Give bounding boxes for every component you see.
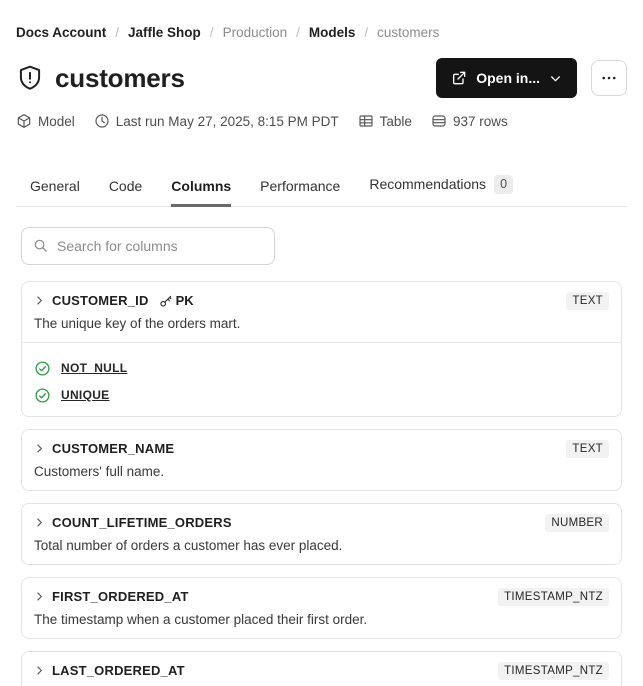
pk-label: PK [175, 293, 194, 308]
meta-label: Last run May 27, 2025, 8:15 PM PDT [115, 113, 339, 129]
tab-count-badge: 0 [494, 175, 514, 194]
search-input[interactable] [57, 237, 263, 254]
test-link[interactable]: UNIQUE [61, 388, 109, 402]
column-card: LAST_ORDERED_AT TIMESTAMP_NTZ The timest… [21, 650, 622, 686]
tab-code[interactable]: Code [109, 178, 142, 207]
tab-label: Performance [260, 177, 341, 194]
tab-recommendations[interactable]: Recommendations 0 [369, 175, 514, 207]
column-description: Customers' full name. [34, 463, 165, 479]
column-description: Total number of orders a customer has ev… [34, 537, 343, 553]
tab-columns[interactable]: Columns [171, 177, 232, 207]
tab-bar: General Code Columns Performance Recommendat… [16, 175, 627, 207]
meta-label: Model [38, 113, 75, 129]
columns-list: CUSTOMER_ID PK TEXT The unique key of th… [21, 280, 622, 686]
meta-item: Last run May 27, 2025, 8:15 PM PDT [94, 113, 339, 129]
column-description: The timestamp of a customer's most recen… [22, 680, 621, 686]
search-icon [33, 238, 48, 253]
column-card: CUSTOMER_NAME TEXT Customers' full name. [21, 428, 622, 491]
column-description: The unique key of the orders mart. [34, 315, 241, 331]
column-name: FIRST_ORDERED_AT [52, 589, 189, 604]
chevron-right-icon[interactable] [34, 591, 45, 602]
primary-key-flag: PK [159, 293, 194, 308]
meta-label: 937 rows [452, 113, 508, 129]
page-title: customers [55, 62, 185, 93]
column-name: LAST_ORDERED_AT [52, 663, 185, 678]
page: Docs Account / Jaffle Shop / Production / Mode… [0, 25, 643, 686]
column-card: CUSTOMER_ID PK TEXT The unique key of th… [21, 280, 622, 417]
chevron-right-icon[interactable] [34, 517, 45, 528]
model-header: customers Open in... [16, 56, 627, 100]
tab-label: Recommendations [369, 176, 487, 193]
check-circle-icon [34, 387, 51, 404]
breadcrumb-separator: / [364, 25, 369, 40]
breadcrumb-item[interactable]: Production [223, 25, 288, 40]
test-row: NOT_NULL [34, 360, 609, 377]
open-in-label: Open in... [476, 70, 540, 86]
column-description: The timestamp when a customer placed the… [34, 611, 368, 627]
external-link-icon [451, 70, 467, 86]
meta-label: Table [379, 113, 412, 129]
column-card: FIRST_ORDERED_AT TIMESTAMP_NTZ The times… [21, 576, 622, 639]
column-card-header[interactable]: COUNT_LIFETIME_ORDERS NUMBER [22, 504, 621, 532]
meta-item: Model [16, 113, 75, 129]
column-type-badge: NUMBER [545, 513, 609, 532]
column-tests: NOT_NULL UNIQUE [22, 341, 621, 416]
breadcrumb-separator: / [209, 25, 214, 40]
breadcrumb-item[interactable]: Jaffle Shop [128, 25, 201, 40]
chevron-right-icon[interactable] [34, 443, 45, 454]
column-card-header[interactable]: CUSTOMER_NAME TEXT [22, 430, 621, 458]
chevron-right-icon[interactable] [34, 665, 45, 676]
key-icon [159, 294, 173, 308]
breadcrumb-item[interactable]: customers [377, 25, 439, 40]
ellipsis-icon [600, 69, 618, 87]
chevron-right-icon[interactable] [34, 295, 45, 306]
open-in-button[interactable]: Open in... [436, 58, 577, 98]
tab-label: Code [108, 177, 143, 194]
column-type-badge: TIMESTAMP_NTZ [498, 661, 609, 680]
breadcrumb-item[interactable]: Docs Account [16, 25, 106, 40]
test-row: UNIQUE [34, 387, 609, 404]
shield-alert-icon [16, 64, 44, 92]
tab-label: General [30, 177, 80, 194]
check-circle-icon [34, 360, 51, 377]
breadcrumb-separator: / [296, 25, 300, 40]
tab-label: Columns [171, 177, 232, 194]
column-type-badge: TEXT [566, 439, 609, 458]
model-cube-icon [16, 113, 32, 129]
content: CUSTOMER_ID PK TEXT The unique key of th… [21, 226, 622, 686]
meta-item: Table [358, 113, 412, 129]
column-card: COUNT_LIFETIME_ORDERS NUMBER Total numbe… [21, 502, 622, 565]
search-box[interactable] [21, 226, 275, 265]
breadcrumb-item[interactable]: Models [309, 25, 356, 40]
tab-general[interactable]: General [30, 178, 80, 207]
meta-item: 937 rows [431, 113, 508, 129]
header-actions: Open in... [436, 58, 627, 98]
clock-icon [94, 113, 110, 129]
test-link[interactable]: NOT_NULL [61, 361, 127, 375]
more-options-button[interactable] [591, 60, 627, 96]
breadcrumb: Docs Account / Jaffle Shop / Production / Mode… [16, 25, 627, 40]
column-type-badge: TIMESTAMP_NTZ [498, 587, 609, 606]
table-icon [358, 113, 374, 129]
column-name: CUSTOMER_NAME [52, 441, 175, 456]
column-card-header[interactable]: FIRST_ORDERED_AT TIMESTAMP_NTZ [22, 578, 621, 606]
breadcrumb-separator: / [115, 25, 120, 40]
column-card-header[interactable]: CUSTOMER_ID PK TEXT [22, 282, 621, 310]
tab-performance[interactable]: Performance [260, 178, 340, 207]
column-type-badge: TEXT [566, 291, 609, 310]
database-icon [431, 113, 447, 129]
chevron-down-icon [549, 72, 562, 85]
column-name: CUSTOMER_ID [52, 293, 149, 308]
column-card-header[interactable]: LAST_ORDERED_AT TIMESTAMP_NTZ [22, 652, 621, 680]
meta-row: Model Last run May 27, 2025, 8:15 PM PDT T… [16, 113, 627, 129]
column-name: COUNT_LIFETIME_ORDERS [52, 515, 232, 530]
